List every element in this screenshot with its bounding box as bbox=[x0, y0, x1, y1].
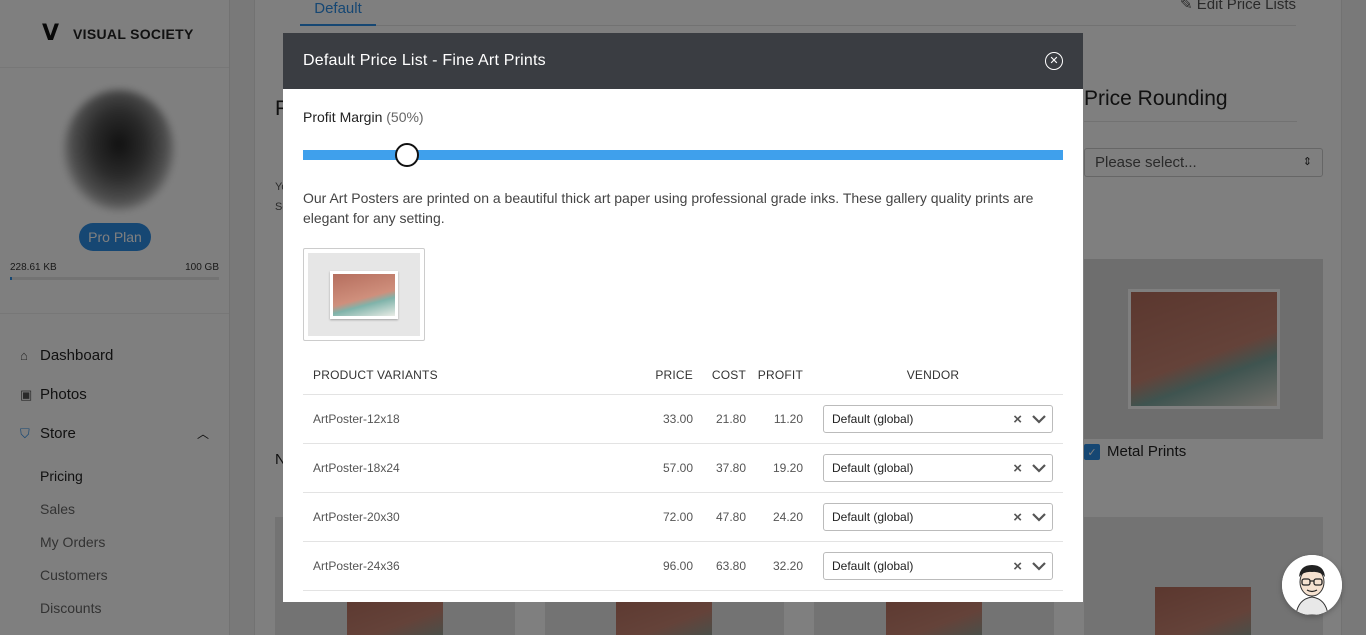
vendor-value: Default (global) bbox=[832, 460, 914, 475]
variant-name: ArtPoster-12x18 bbox=[303, 394, 635, 444]
variant-name: ArtPoster-18x24 bbox=[303, 443, 635, 493]
profit-margin-text: Profit Margin bbox=[303, 109, 383, 125]
slider-thumb[interactable] bbox=[395, 143, 420, 167]
variant-name: ArtPoster-24x36 bbox=[303, 541, 635, 591]
vendor-select[interactable]: Default (global) × bbox=[823, 551, 1053, 580]
modal-header: Default Price List - Fine Art Prints ✕ bbox=[283, 33, 1083, 89]
variant-name: ArtPoster-20x30 bbox=[303, 492, 635, 542]
vendor-cell: Default (global) × bbox=[803, 443, 1063, 493]
column-header-price: PRICE bbox=[635, 357, 693, 395]
table-row: ArtPoster-20x30 72.00 47.80 24.20 Default (g… bbox=[303, 492, 1063, 542]
close-icon[interactable]: ✕ bbox=[1045, 52, 1063, 70]
vendor-cell: Default (global) × bbox=[803, 492, 1063, 542]
clear-icon[interactable]: × bbox=[1013, 411, 1022, 428]
vendor-select[interactable]: Default (global) × bbox=[823, 502, 1053, 531]
support-chat-avatar[interactable] bbox=[1282, 555, 1342, 615]
vendor-value: Default (global) bbox=[832, 509, 914, 524]
chevron-down-icon[interactable] bbox=[1032, 463, 1046, 473]
variant-cost: 21.80 bbox=[693, 394, 746, 444]
column-header-profit: PROFIT bbox=[746, 357, 803, 395]
variant-cost: 63.80 bbox=[693, 541, 746, 591]
clear-icon[interactable]: × bbox=[1013, 558, 1022, 575]
price-list-modal: Default Price List - Fine Art Prints ✕ P… bbox=[283, 33, 1083, 602]
modal-body: Profit Margin (50%) Our Art Posters are … bbox=[283, 89, 1083, 591]
variant-cost: 47.80 bbox=[693, 492, 746, 542]
variant-price: 57.00 bbox=[635, 443, 693, 493]
vendor-value: Default (global) bbox=[832, 411, 914, 426]
variant-profit: 19.20 bbox=[746, 443, 803, 493]
table-row: ArtPoster-18x24 57.00 37.80 19.20 Default (g… bbox=[303, 443, 1063, 493]
variants-table: PRODUCT VARIANTS PRICE COST PROFIT VENDO… bbox=[303, 357, 1063, 591]
variant-price: 72.00 bbox=[635, 492, 693, 542]
column-header-cost: COST bbox=[693, 357, 746, 395]
chevron-down-icon[interactable] bbox=[1032, 561, 1046, 571]
column-header-variant: PRODUCT VARIANTS bbox=[303, 357, 635, 395]
variant-price: 96.00 bbox=[635, 541, 693, 591]
profit-margin-slider[interactable] bbox=[303, 143, 1063, 167]
variant-price: 33.00 bbox=[635, 394, 693, 444]
modal-title: Default Price List - Fine Art Prints bbox=[303, 52, 546, 69]
column-header-vendor: VENDOR bbox=[803, 357, 1063, 395]
variant-profit: 32.20 bbox=[746, 541, 803, 591]
table-row: ArtPoster-12x18 33.00 21.80 11.20 Default (g… bbox=[303, 394, 1063, 444]
vendor-cell: Default (global) × bbox=[803, 541, 1063, 591]
vendor-cell: Default (global) × bbox=[803, 394, 1063, 444]
profit-margin-percent: (50%) bbox=[386, 109, 424, 125]
clear-icon[interactable]: × bbox=[1013, 460, 1022, 477]
clear-icon[interactable]: × bbox=[1013, 509, 1022, 526]
profit-margin-label: Profit Margin (50%) bbox=[303, 109, 1063, 125]
table-row: ArtPoster-24x36 96.00 63.80 32.20 Default (g… bbox=[303, 541, 1063, 591]
chevron-down-icon[interactable] bbox=[1032, 414, 1046, 424]
vendor-value: Default (global) bbox=[832, 558, 914, 573]
vendor-select[interactable]: Default (global) × bbox=[823, 404, 1053, 433]
variant-profit: 24.20 bbox=[746, 492, 803, 542]
product-description: Our Art Posters are printed on a beautif… bbox=[303, 190, 1034, 226]
vendor-select[interactable]: Default (global) × bbox=[823, 453, 1053, 482]
variant-profit: 11.20 bbox=[746, 394, 803, 444]
chevron-down-icon[interactable] bbox=[1032, 512, 1046, 522]
product-thumbnail bbox=[303, 248, 425, 341]
support-agent-icon bbox=[1282, 555, 1342, 615]
table-header-row: PRODUCT VARIANTS PRICE COST PROFIT VENDO… bbox=[303, 357, 1063, 395]
variant-cost: 37.80 bbox=[693, 443, 746, 493]
thumbnail-image bbox=[330, 270, 398, 319]
